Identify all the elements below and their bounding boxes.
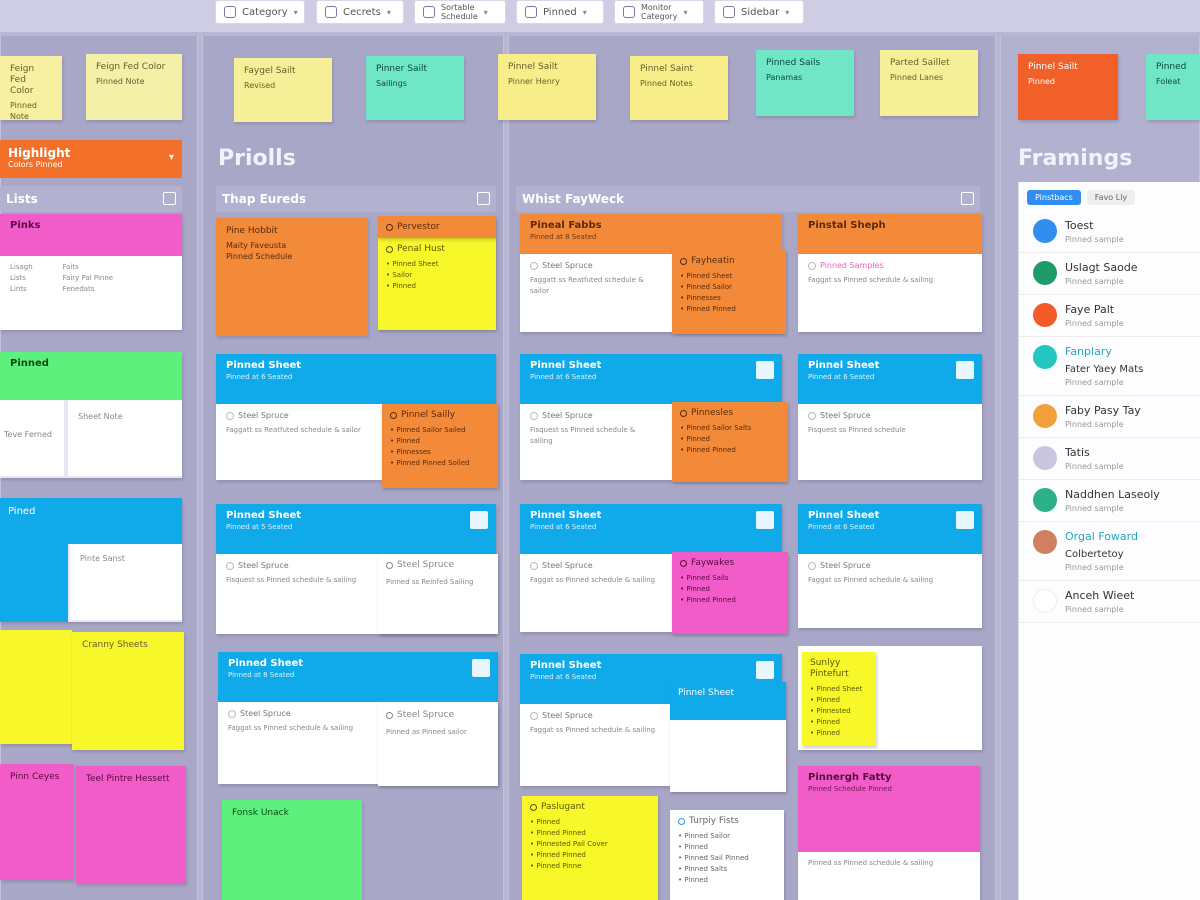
collapse-icon[interactable] [477,192,490,205]
third-section-header: Whist FayWeck [516,186,980,212]
avatar [1033,589,1057,613]
collapse-icon[interactable] [961,192,974,205]
chevron-down-icon: ▾ [483,7,488,17]
fourth-yellow-mini[interactable]: Sunlyy Pintefurt Pinned SheetPinnedPinne… [802,652,876,746]
framings-list: Toest Pinned sample Uslagt Saode Pinned sam… [1019,211,1200,623]
list-item[interactable]: Uslagt Saode Pinned sample [1019,253,1200,295]
file-icon [956,511,974,529]
avatar [1033,404,1057,428]
left-pink-note-2[interactable]: Teel Pintre Hessett [76,766,186,884]
list-item[interactable]: Fanplary Fater Yaey Mats Pinned sample [1019,337,1200,396]
top-note-9[interactable]: Pinnel Sailt Pinned [1018,54,1118,120]
sidebar-icon [723,6,735,18]
chevron-down-icon: ▾ [582,7,587,17]
file-icon [472,659,490,677]
top-note-1[interactable]: Feign Fed Color Pinned Note [0,56,62,121]
list-item[interactable]: Orgal Foward Colbertetoy Pinned sample [1019,522,1200,581]
list-item[interactable]: Tatis Pinned sample [1019,438,1200,480]
third-yellow-note[interactable]: Paslugant PinnedPinned PinnedPinnested P… [522,796,658,900]
list-item[interactable]: Anceh Wieet Pinned sample [1019,581,1200,623]
list-item[interactable]: Toest Pinned sample [1019,211,1200,253]
middle-orange-note[interactable]: Pine Hobbit Maity Faveusta Pinned Schedule [216,218,368,336]
middle-section-header: Thap Eureds [216,186,496,212]
file-icon [470,511,488,529]
left-orange-banner[interactable]: Highlight Colors Pinned ▾ [0,140,182,178]
top-note-2[interactable]: Feign Fed Color Pinned Note [86,54,182,120]
top-note-8[interactable]: Parted Saillet Pinned Lanes [880,50,978,116]
left-green-card[interactable]: Pinned Teve Ferned Sheet Note [0,352,182,478]
file-icon [756,661,774,679]
top-note-3[interactable]: Faygel Sailt Revised [234,58,332,122]
tab-pinstbacs[interactable]: Pinstbacs [1027,190,1081,205]
top-note-7[interactable]: Pinned Sails Panamas [756,50,854,116]
chevron-down-icon: ▾ [168,152,174,163]
toolbar-monitor-button[interactable]: Monitor Category ▾ [614,0,704,24]
toolbar-pinned-button[interactable]: Pinned ▾ [516,0,604,24]
chevron-down-icon: ▾ [785,7,790,17]
chevron-down-icon: ▾ [683,7,688,17]
left-pink-note-1[interactable]: Pinn Ceyes [0,764,74,880]
top-note-4[interactable]: Pinner Sailt Sailings [366,56,464,120]
toolbar-sortable-button[interactable]: Sortable Schedule ▾ [414,0,506,24]
tab-favo-lly[interactable]: Favo Lly [1086,190,1136,205]
toolbar-sidebar-button[interactable]: Sidebar ▾ [714,0,804,24]
category-icon [224,6,236,18]
left-blue-card[interactable]: Pined Pinte Sanst [0,498,182,622]
file-icon [956,361,974,379]
middle-green-note[interactable]: Fonsk Unack [222,800,362,900]
toolbar-secrets-button[interactable]: Cecrets ▾ [316,0,404,24]
fourth-pink-card[interactable]: Pinnergh Fatty Pinned Schedule Pinned Pin… [798,766,980,900]
middle-column-title: Priolls [218,146,296,171]
top-note-6[interactable]: Pinnel Saint Pinned Notes [630,56,728,120]
avatar [1033,261,1057,285]
avatar [1033,303,1057,327]
framings-panel: Pinstbacs Favo Lly Toest Pinned sample Usl… [1018,182,1200,900]
middle-orange-mini[interactable]: Pinnel Sailly Pinned Sailor SailedPinned… [382,404,498,488]
middle-yellow-mini[interactable]: Penal Hust Pinned SheetSailorPinned [378,238,496,330]
middle-orange-tab[interactable]: Pervestor [378,216,496,238]
chevron-down-icon: ▾ [386,7,391,17]
avatar [1033,219,1057,243]
file-icon [756,361,774,379]
list-item[interactable]: Naddhen Laseoly Pinned sample [1019,480,1200,522]
middle-white-mini-1[interactable]: Steel Spruce Pinned ss Reinfed Sailing [378,554,498,634]
fourth-card-2[interactable]: Pinnel Sheet Pinned at 6 Seated Steel Spr… [798,354,982,480]
people-icon [423,6,435,18]
lightbulb-icon [623,6,635,18]
third-white-note[interactable]: Turpiy Fists Pinned SailorPinnedPinned S… [670,810,784,900]
list-item[interactable]: Faye Palt Pinned sample [1019,295,1200,337]
avatar [1033,345,1057,369]
toolbar: Category ▾ Cecrets ▾ Sortable Schedule ▾… [0,0,1200,32]
file-icon [756,511,774,529]
avatar [1033,530,1057,554]
middle-white-mini-2[interactable]: Steel Spruce Pinned as Pinned sailor [378,704,498,786]
top-note-10[interactable]: Pinned Foleat [1146,54,1200,120]
fourth-card-3[interactable]: Pinnel Sheet Pinned at 6 Seated Steel Spr… [798,504,982,628]
left-pink-card[interactable]: Pinks Lisagh Lists Lints Faits Fairy Pal Pi… [0,214,182,330]
collapse-icon[interactable] [163,192,176,205]
chevron-down-icon: ▾ [293,7,298,17]
pin-icon [525,6,537,18]
user-icon [325,6,337,18]
third-blue-mini[interactable]: Pinnel Sheet [670,682,786,792]
left-section-header: Lists [0,186,182,212]
toolbar-category-button[interactable]: Category ▾ [215,0,305,24]
third-pink-mini[interactable]: Faywakes Pinned SailsPinnedPinned Pinned [672,552,788,634]
top-note-5[interactable]: Pinnel Sailt Pinner Henry [498,54,596,120]
avatar [1033,488,1057,512]
left-yellow-note-2[interactable]: Cranny Sheets [72,632,184,750]
third-orange-mini-2[interactable]: Pinnesles Pinned Sailor SaltsPinnedPinne… [672,402,788,482]
third-orange-mini-1[interactable]: Fayheatin Pinned SheetPinned SailorPinne… [672,250,786,334]
right-panel-title: Framings [1018,146,1133,171]
left-yellow-note-1[interactable] [0,630,72,744]
fourth-card-1[interactable]: Pinstal Sheph Pinned Samples Faggat ss Pi… [798,214,982,332]
list-item[interactable]: Faby Pasy Tay Pinned sample [1019,396,1200,438]
avatar [1033,446,1057,470]
